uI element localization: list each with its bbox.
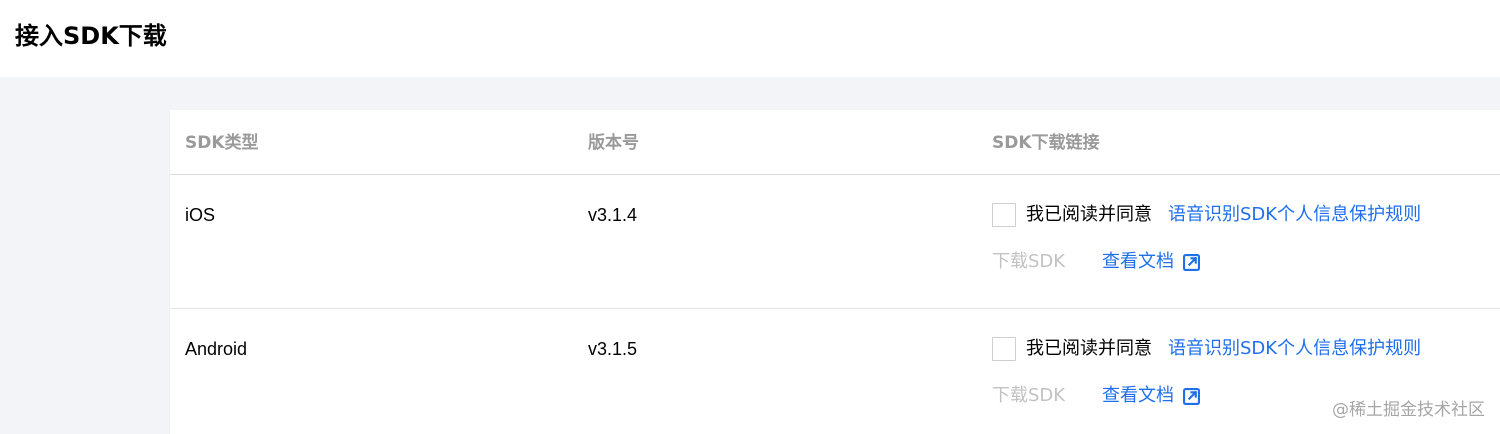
page-title: 接入SDK下载 [15, 22, 167, 50]
header-sdk-type: SDK类型 [185, 133, 259, 153]
view-docs-label: 查看文档 [1102, 251, 1174, 272]
row-actions: 下载SDK 查看文档 [992, 384, 1200, 408]
agree-checkbox[interactable] [992, 203, 1016, 227]
agree-checkbox[interactable] [992, 337, 1016, 361]
sdk-type-cell: Android [185, 339, 248, 359]
external-link-icon [1183, 387, 1200, 405]
sdk-type-cell: iOS [185, 205, 216, 225]
download-sdk-button[interactable]: 下载SDK [992, 384, 1102, 408]
agreement-row: 我已阅读并同意 语音识别SDK个人信息保护规则 [992, 335, 1421, 363]
table-row-ios: iOS v3.1.4 我已阅读并同意 语音识别SDK个人信息保护规则 下载SDK… [170, 175, 1500, 309]
row-actions: 下载SDK 查看文档 [992, 250, 1200, 274]
privacy-policy-link[interactable]: 语音识别SDK个人信息保护规则 [1168, 337, 1421, 361]
version-cell: v3.1.4 [588, 205, 638, 225]
download-sdk-button[interactable]: 下载SDK [992, 250, 1102, 274]
table-header: SDK类型 版本号 SDK下载链接 [170, 110, 1500, 175]
agree-text: 我已阅读并同意 [1026, 338, 1152, 359]
version-cell: v3.1.5 [588, 339, 638, 359]
view-docs-link[interactable]: 查看文档 [1102, 250, 1200, 274]
agreement-row: 我已阅读并同意 语音识别SDK个人信息保护规则 [992, 201, 1421, 229]
header-version: 版本号 [588, 133, 639, 153]
header-download-link: SDK下载链接 [992, 133, 1100, 153]
privacy-policy-link[interactable]: 语音识别SDK个人信息保护规则 [1168, 203, 1421, 227]
page-header: 接入SDK下载 [0, 0, 1500, 77]
agree-text: 我已阅读并同意 [1026, 204, 1152, 225]
table-row-android: Android v3.1.5 我已阅读并同意 语音识别SDK个人信息保护规则 下… [170, 309, 1500, 434]
view-docs-label: 查看文档 [1102, 385, 1174, 406]
external-link-icon [1183, 253, 1200, 271]
view-docs-link[interactable]: 查看文档 [1102, 384, 1200, 408]
sdk-download-table: SDK类型 版本号 SDK下载链接 iOS v3.1.4 我已阅读并同意 语音识… [170, 110, 1500, 434]
watermark: @稀土掘金技术社区 [1332, 400, 1485, 420]
